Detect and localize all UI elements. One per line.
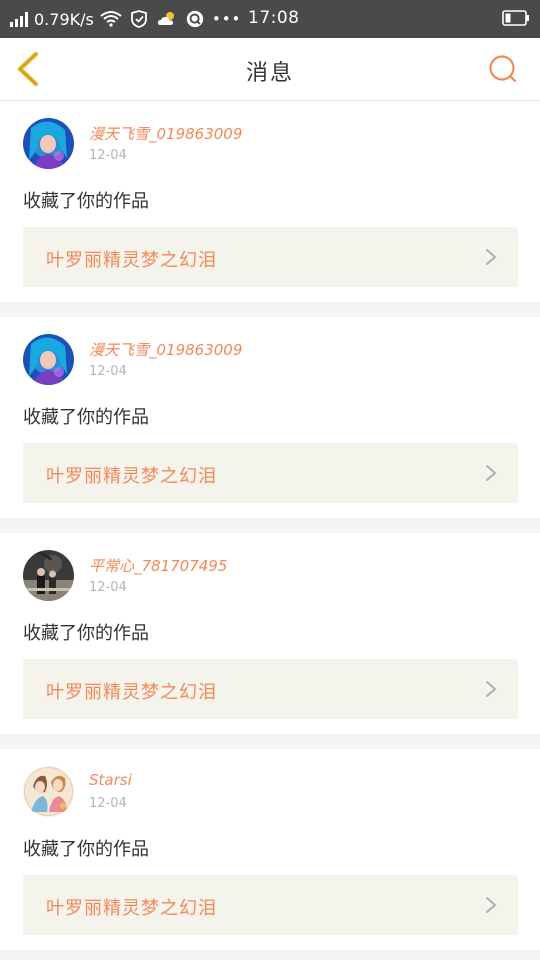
username[interactable]: 漫天飞雪_019863009 xyxy=(89,123,242,144)
avatar[interactable] xyxy=(23,550,74,601)
avatar[interactable] xyxy=(23,766,74,817)
wifi-icon xyxy=(100,11,122,27)
work-title: 叶罗丽精灵梦之幻泪 xyxy=(46,898,217,919)
signal-icon xyxy=(10,11,28,27)
message-date: 12-04 xyxy=(89,580,127,595)
work-link[interactable]: 叶罗丽精灵梦之幻泪 xyxy=(23,875,518,935)
search-icon[interactable] xyxy=(488,54,518,84)
message-card: 漫天飞雪_019863009 12-04 收藏了你的作品 叶罗丽精灵梦之幻泪 xyxy=(0,101,540,302)
status-bar: 0.79K/s ••• 17:08 xyxy=(0,0,540,38)
page-title: 消息 xyxy=(245,61,294,86)
q-app-icon xyxy=(186,10,204,28)
battery-icon xyxy=(502,10,529,26)
chevron-right-icon xyxy=(486,249,497,265)
message-list: 漫天飞雪_019863009 12-04 收藏了你的作品 叶罗丽精灵梦之幻泪 漫… xyxy=(0,101,540,950)
work-title: 叶罗丽精灵梦之幻泪 xyxy=(46,682,217,703)
message-date: 12-04 xyxy=(89,796,127,811)
work-title: 叶罗丽精灵梦之幻泪 xyxy=(46,250,217,271)
action-text: 收藏了你的作品 xyxy=(23,623,149,644)
work-link[interactable]: 叶罗丽精灵梦之幻泪 xyxy=(23,227,518,287)
shield-check-icon xyxy=(130,10,147,28)
avatar[interactable] xyxy=(23,118,74,169)
work-link[interactable]: 叶罗丽精灵梦之幻泪 xyxy=(23,659,518,719)
username[interactable]: 平常心_781707495 xyxy=(89,555,227,576)
weather-cloud-icon xyxy=(157,12,174,25)
chevron-right-icon xyxy=(486,681,497,697)
action-text: 收藏了你的作品 xyxy=(23,191,149,212)
message-card: 漫天飞雪_019863009 12-04 收藏了你的作品 叶罗丽精灵梦之幻泪 xyxy=(0,317,540,518)
header-bar: 消息 xyxy=(0,38,540,101)
status-left: 0.79K/s ••• xyxy=(0,10,241,29)
work-link[interactable]: 叶罗丽精灵梦之幻泪 xyxy=(23,443,518,503)
username[interactable]: 漫天飞雪_019863009 xyxy=(89,339,242,360)
chevron-right-icon xyxy=(486,465,497,481)
message-card: 平常心_781707495 12-04 收藏了你的作品 叶罗丽精灵梦之幻泪 xyxy=(0,533,540,734)
message-card: Starsi 12-04 收藏了你的作品 叶罗丽精灵梦之幻泪 xyxy=(0,749,540,950)
avatar[interactable] xyxy=(23,334,74,385)
username[interactable]: Starsi xyxy=(89,771,132,789)
status-right xyxy=(502,9,530,31)
action-text: 收藏了你的作品 xyxy=(23,407,149,428)
action-text: 收藏了你的作品 xyxy=(23,839,149,860)
message-date: 12-04 xyxy=(89,148,127,163)
more-notifications-icon: ••• xyxy=(211,10,242,28)
network-speed: 0.79K/s xyxy=(34,9,94,29)
clock: 17:08 xyxy=(248,8,300,28)
chevron-right-icon xyxy=(486,897,497,913)
message-date: 12-04 xyxy=(89,364,127,379)
work-title: 叶罗丽精灵梦之幻泪 xyxy=(46,466,217,487)
